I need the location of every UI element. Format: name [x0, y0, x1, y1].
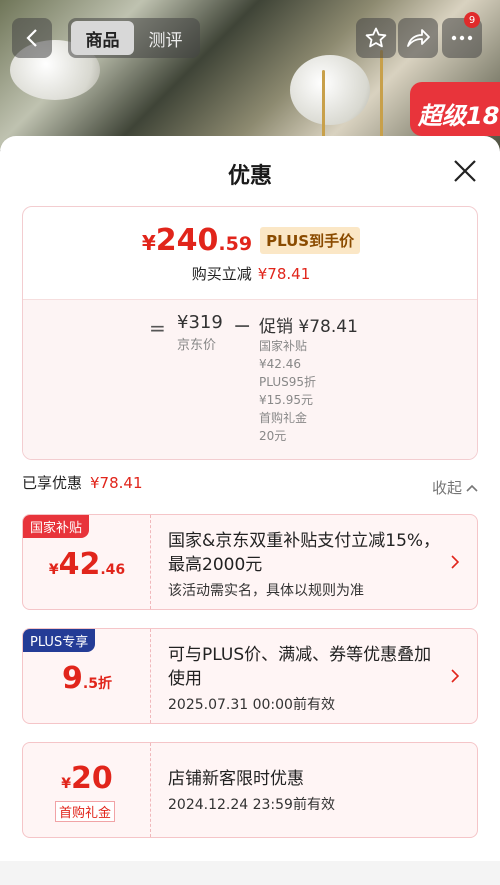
enjoyed-discount: 已享优惠 ¥78.41 [22, 472, 143, 493]
jd-price: ¥319 [177, 312, 223, 333]
collapse-button[interactable]: 收起 [432, 477, 478, 498]
coupon-details: 店铺新客限时优惠 2024.12.24 23:59前有效 [168, 767, 443, 814]
plate-decoration [290, 55, 370, 125]
share-icon [407, 29, 430, 47]
close-button[interactable] [452, 158, 478, 184]
promotion-breakdown: 促销 ¥78.41 国家补贴 ¥42.46 PLUS95折 ¥15.95元 首购… [259, 312, 358, 445]
more-icon [451, 35, 473, 41]
tab-review[interactable]: 测评 [134, 21, 197, 55]
coupon-amount-dec: .46 [100, 562, 126, 578]
tab-product[interactable]: 商品 [71, 21, 134, 55]
coupon-amount-int: 9 [62, 661, 83, 696]
discount-sheet: 优惠 ¥ 240 .59 PLUS到手价 购买立减 ¥78.41 = ¥319 京… [0, 136, 500, 885]
promotion-detail: ¥42.46 [259, 357, 301, 371]
equals-sign: = [149, 316, 166, 340]
coupon-note: 该活动需实名，具体以规则为准 [168, 583, 364, 599]
enjoyed-label: 已享优惠 [22, 474, 83, 492]
coupon-national-subsidy[interactable]: 国家补贴 ¥42.46 国家&京东双重补贴支付立减15%，最高2000元 该活动… [22, 514, 478, 610]
product-tabs: 商品 测评 [68, 18, 200, 58]
coupon-details: 可与PLUS价、满减、券等优惠叠加使用 2025.07.31 00:00前有效 [168, 643, 443, 714]
coupon-amount: ¥20 [23, 761, 151, 796]
coupon-amount: ¥42.46 [23, 547, 151, 582]
coupon-currency: ¥ [61, 776, 71, 792]
price-breakdown: = ¥319 京东价 − 促销 ¥78.41 国家补贴 ¥42.46 PLUS9… [23, 299, 477, 459]
minus-sign: − [233, 314, 252, 339]
reduction-amount: ¥78.41 [257, 265, 311, 283]
top-nav-bar: 商品 测评 9 [0, 12, 500, 58]
coupon-amount-dec: .5折 [82, 676, 112, 692]
chevron-right-icon [451, 555, 459, 569]
coupon-title: 国家&京东双重补贴支付立减15%，最高2000元 [168, 531, 441, 575]
price-summary-card: ¥ 240 .59 PLUS到手价 购买立减 ¥78.41 = ¥319 京东价 … [22, 206, 478, 460]
close-icon [454, 160, 476, 182]
promotion-detail: 20元 [259, 429, 287, 443]
coupon-title: 店铺新客限时优惠 [168, 769, 304, 789]
more-button[interactable]: 9 [442, 12, 482, 58]
coupon-details: 国家&京东双重补贴支付立减15%，最高2000元 该活动需实名，具体以规则为准 [168, 529, 443, 600]
coupon-tag: PLUS专享 [23, 629, 96, 652]
coupon-amount-int: 20 [71, 761, 113, 796]
currency-symbol: ¥ [141, 231, 156, 255]
promotion-detail: PLUS95折 [259, 375, 316, 389]
enjoyed-amount: ¥78.41 [90, 474, 143, 492]
share-button[interactable] [398, 18, 438, 58]
coupon-amount: 9.5折 [23, 661, 151, 696]
sheet-footer-divider [0, 861, 500, 885]
coupon-value-panel: ¥20 首购礼金 [23, 743, 151, 837]
coupon-amount-int: 42 [58, 547, 101, 582]
chevron-up-icon [466, 484, 478, 492]
price-integer: 240 [155, 223, 219, 258]
favorite-button[interactable] [356, 18, 396, 58]
promotion-detail: ¥15.95元 [259, 393, 313, 407]
coupon-currency: ¥ [48, 562, 59, 578]
coupon-note: 2024.12.24 23:59前有效 [168, 797, 335, 813]
reduction-label: 购买立减 [191, 265, 252, 283]
promotion-detail: 国家补贴 [259, 339, 308, 353]
final-price: ¥ 240 .59 PLUS到手价 [23, 223, 477, 258]
jd-price-label: 京东价 [177, 338, 217, 353]
notification-badge: 9 [464, 12, 480, 28]
coupon-value-panel: 国家补贴 ¥42.46 [23, 515, 151, 609]
coupon-value-panel: PLUS专享 9.5折 [23, 629, 151, 723]
coupon-first-purchase[interactable]: ¥20 首购礼金 店铺新客限时优惠 2024.12.24 23:59前有效 [22, 742, 478, 838]
coupon-tag: 国家补贴 [23, 515, 90, 538]
candle-decoration [380, 50, 383, 140]
coupon-title: 可与PLUS价、满减、券等优惠叠加使用 [168, 645, 432, 689]
coupon-plus-exclusive[interactable]: PLUS专享 9.5折 可与PLUS价、满减、券等优惠叠加使用 2025.07.… [22, 628, 478, 724]
price-decimal: .59 [218, 233, 253, 255]
chevron-right-icon [451, 669, 459, 683]
candle-decoration [322, 70, 325, 140]
purchase-reduction: 购买立减 ¥78.41 [23, 263, 477, 284]
promo-banner[interactable]: 超级18 [410, 82, 500, 136]
star-icon [365, 27, 387, 48]
back-button[interactable] [12, 18, 52, 58]
collapse-label: 收起 [431, 479, 462, 497]
sheet-title: 优惠 [227, 164, 272, 189]
promotion-total: 促销 ¥78.41 [259, 317, 358, 337]
coupon-sub-tag: 首购礼金 [55, 801, 116, 822]
plus-price-tag: PLUS到手价 [260, 227, 361, 254]
coupon-note: 2025.07.31 00:00前有效 [168, 697, 335, 713]
promotion-detail: 首购礼金 [259, 411, 308, 425]
back-icon [26, 29, 37, 47]
